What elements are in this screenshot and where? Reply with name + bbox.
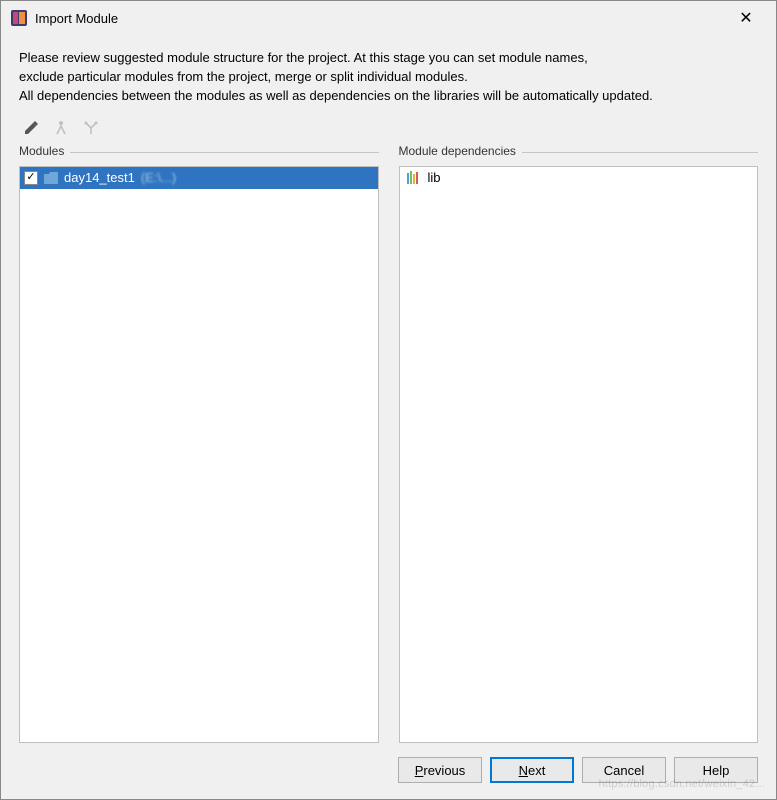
- check-icon: ✓: [26, 172, 35, 183]
- titlebar: Import Module ✕: [1, 1, 776, 35]
- panel-header: Modules: [19, 144, 379, 160]
- window-title: Import Module: [35, 11, 726, 26]
- library-icon: [406, 171, 422, 185]
- btn-label: Help: [703, 763, 730, 778]
- module-folder-icon: [44, 172, 58, 184]
- modules-label: Modules: [19, 144, 70, 158]
- module-checkbox[interactable]: ✓: [24, 171, 38, 185]
- instructions-line: All dependencies between the modules as …: [19, 87, 758, 106]
- instructions-line: Please review suggested module structure…: [19, 49, 758, 68]
- modules-panel: Modules ✓ day14_test1 (E:\...): [19, 144, 379, 743]
- dependencies-list[interactable]: lib: [399, 166, 759, 743]
- toolbar: [1, 116, 776, 144]
- btn-label-rest: ext: [528, 763, 545, 778]
- instructions-text: Please review suggested module structure…: [1, 35, 776, 116]
- btn-label-rest: revious: [423, 763, 465, 778]
- next-button[interactable]: Next: [490, 757, 574, 783]
- module-name: day14_test1: [64, 170, 135, 185]
- split-icon[interactable]: [83, 120, 99, 136]
- merge-icon[interactable]: [53, 120, 69, 136]
- instructions-line: exclude particular modules from the proj…: [19, 68, 758, 87]
- close-button[interactable]: ✕: [726, 8, 766, 28]
- edit-icon[interactable]: [23, 120, 39, 136]
- previous-button[interactable]: Previous: [398, 757, 482, 783]
- btn-label: Cancel: [604, 763, 644, 778]
- panel-header: Module dependencies: [399, 144, 759, 160]
- dependency-row[interactable]: lib: [400, 167, 758, 189]
- app-icon: [11, 10, 27, 26]
- help-button[interactable]: Help: [674, 757, 758, 783]
- dependency-name: lib: [428, 170, 441, 185]
- import-module-dialog: Import Module ✕ Please review suggested …: [0, 0, 777, 800]
- panels: Modules ✓ day14_test1 (E:\...): [1, 144, 776, 743]
- modules-list[interactable]: ✓ day14_test1 (E:\...): [19, 166, 379, 743]
- dependencies-label: Module dependencies: [399, 144, 522, 158]
- module-row[interactable]: ✓ day14_test1 (E:\...): [20, 167, 378, 189]
- footer-buttons: Previous Next Cancel Help: [1, 743, 776, 799]
- dependencies-panel: Module dependencies lib: [399, 144, 759, 743]
- module-path: (E:\...): [141, 170, 176, 185]
- cancel-button[interactable]: Cancel: [582, 757, 666, 783]
